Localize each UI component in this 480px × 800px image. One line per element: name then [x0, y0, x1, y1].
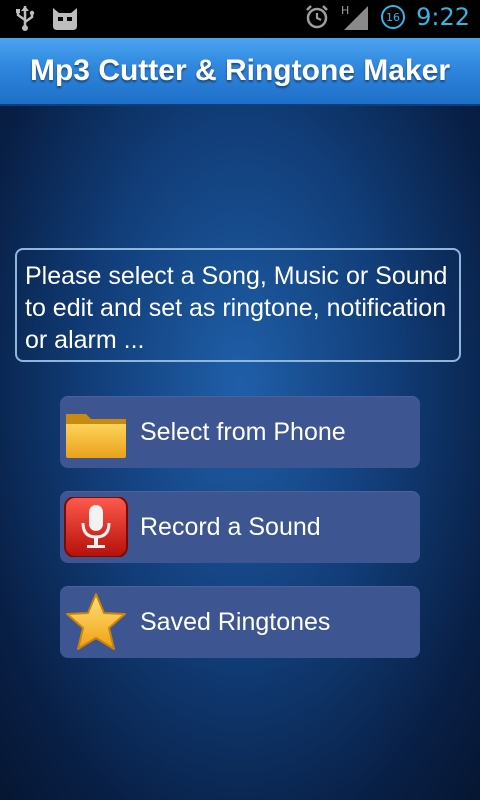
record-a-sound-label: Record a Sound: [140, 513, 321, 541]
saved-ringtones-button[interactable]: Saved Ringtones: [60, 586, 420, 658]
microphone-icon: [64, 497, 128, 557]
title-bar: Mp3 Cutter & Ringtone Maker: [0, 38, 480, 106]
alarm-icon: [306, 5, 328, 29]
select-from-phone-label: Select from Phone: [140, 418, 346, 446]
record-a-sound-button[interactable]: Record a Sound: [60, 491, 420, 563]
network-type-label: H: [341, 4, 349, 17]
star-icon: [66, 593, 126, 650]
main-content: Please select a Song, Music or Sound to …: [0, 106, 480, 800]
status-bar: H 16 9:22: [0, 0, 480, 38]
folder-icon: [66, 414, 126, 458]
battery-icon: 16: [381, 5, 406, 29]
signal-icon: H: [341, 4, 369, 30]
saved-ringtones-label: Saved Ringtones: [140, 608, 331, 636]
instruction-text: Please select a Song, Music or Sound to …: [25, 262, 448, 354]
instruction-text-box: Please select a Song, Music or Sound to …: [15, 248, 461, 362]
status-bar-right: H 16 9:22: [304, 2, 470, 32]
status-bar-time: 9:22: [416, 3, 470, 31]
select-from-phone-button[interactable]: Select from Phone: [60, 396, 420, 468]
usb-icon: [16, 6, 35, 31]
page-title: Mp3 Cutter & Ringtone Maker: [29, 54, 451, 87]
battery-level-label: 16: [386, 11, 400, 24]
status-bar-left: [14, 4, 80, 32]
cyanogenmod-icon: [53, 8, 77, 30]
